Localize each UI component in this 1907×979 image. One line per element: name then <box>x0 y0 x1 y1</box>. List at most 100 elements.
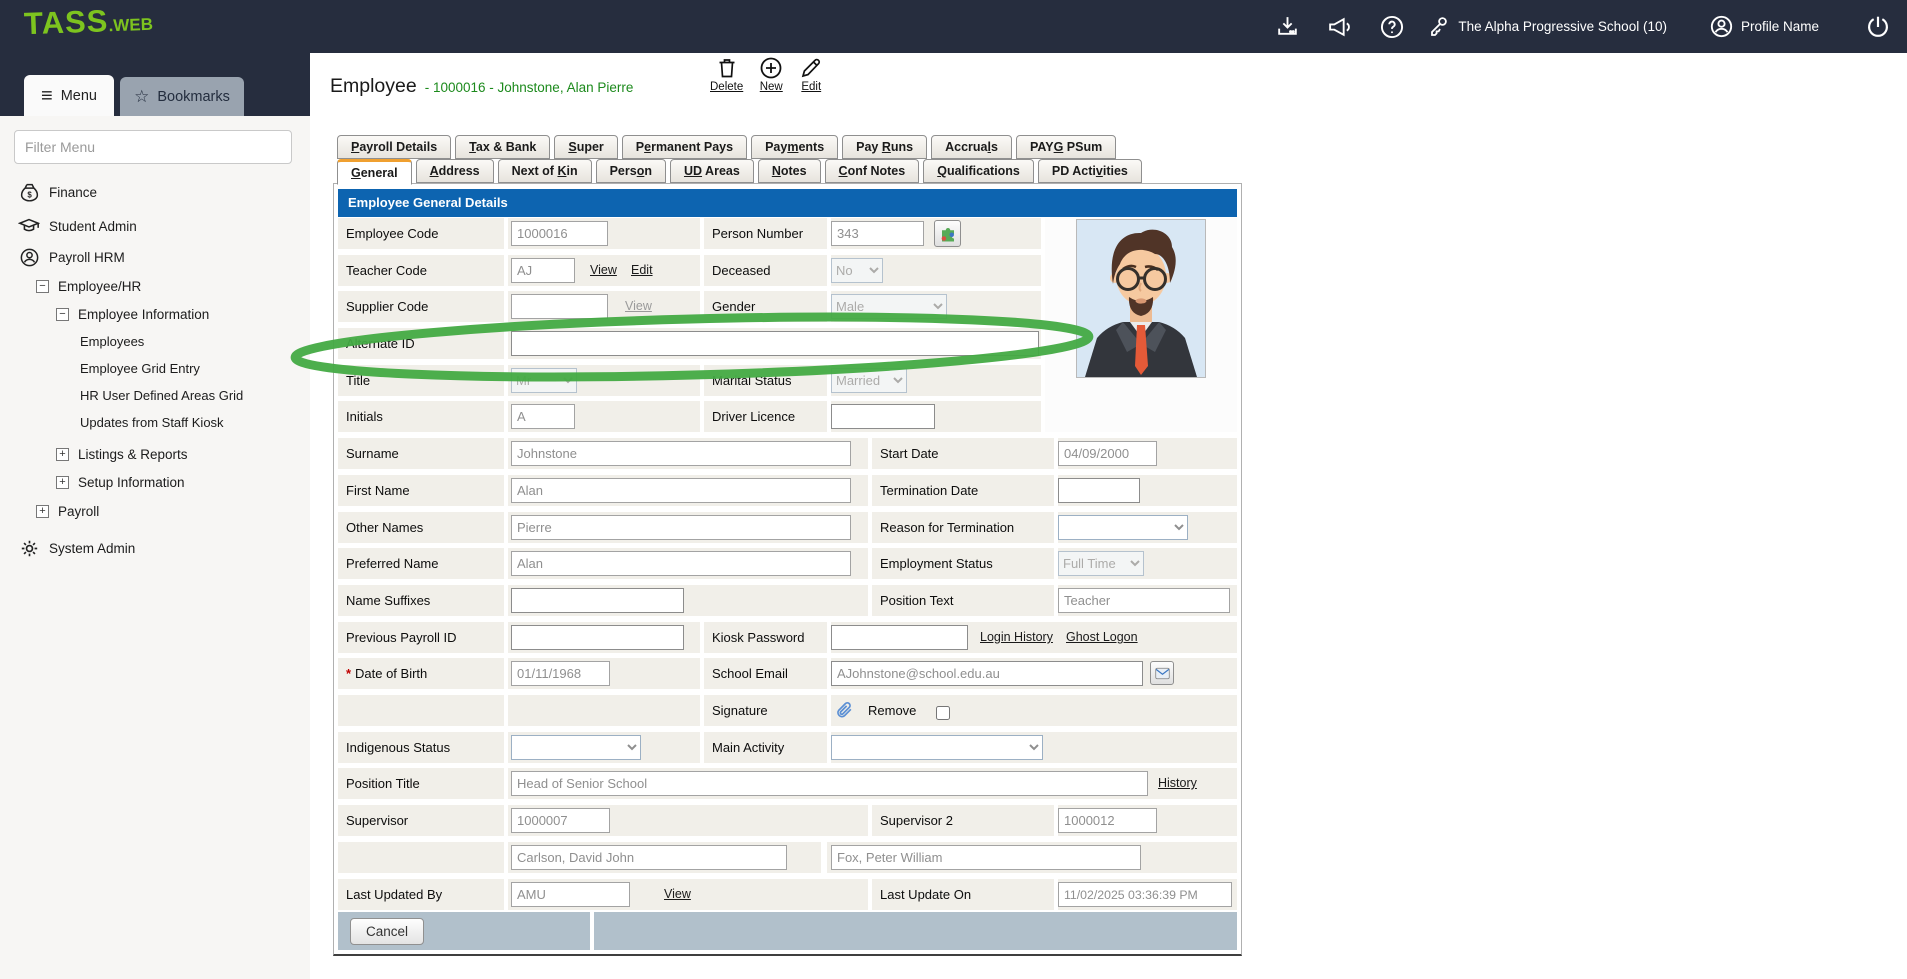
page-title: Employee - 1000016 - Johnstone, Alan Pie… <box>330 75 633 98</box>
previous-payroll-id-input[interactable] <box>511 625 684 650</box>
employment-status-select[interactable]: Full Time <box>1058 551 1144 576</box>
tab-payg-psum[interactable]: PAYG PSum <box>1016 135 1116 159</box>
required-asterisk: * <box>346 666 351 681</box>
tab-menu[interactable]: Menu <box>24 75 114 116</box>
date-of-birth-input[interactable] <box>511 661 610 686</box>
gender-select[interactable]: Male <box>831 294 947 319</box>
teacher-code-view-link[interactable]: View <box>590 263 617 277</box>
teacher-code-input[interactable] <box>511 258 575 283</box>
surname-input[interactable] <box>511 441 851 466</box>
termination-date-input[interactable] <box>1058 478 1140 503</box>
first-name-input[interactable] <box>511 478 851 503</box>
driver-licence-input[interactable] <box>831 404 935 429</box>
person-number-input[interactable] <box>831 221 924 246</box>
tab-address[interactable]: Address <box>416 159 494 183</box>
cancel-button[interactable]: Cancel <box>350 918 424 945</box>
start-date-input[interactable] <box>1058 441 1157 466</box>
announcements-icon[interactable] <box>1326 14 1353 39</box>
deceased-select[interactable]: No <box>831 258 883 283</box>
position-title-input[interactable] <box>511 771 1148 796</box>
school-switcher[interactable]: The Alpha Progressive School (10) <box>1427 15 1667 39</box>
sidebar-item-payroll[interactable]: Payroll <box>36 504 99 519</box>
sidebar-item-hr-user-defined-areas-grid[interactable]: HR User Defined Areas Grid <box>80 388 243 403</box>
supplier-code-input[interactable] <box>511 294 608 319</box>
preferred-name-input[interactable] <box>511 551 851 576</box>
tab-payments[interactable]: Payments <box>751 135 838 159</box>
sidebar-item-employees[interactable]: Employees <box>80 334 144 349</box>
kiosk-password-input[interactable] <box>831 625 968 650</box>
signature-remove-label: Remove <box>868 703 916 718</box>
download-icon[interactable] <box>1275 14 1300 39</box>
marital-status-select[interactable]: Married <box>831 368 907 393</box>
position-title-label: Position Title <box>346 776 420 791</box>
tab-person[interactable]: Person <box>596 159 666 183</box>
tab-payroll-details[interactable]: Payroll Details <box>337 135 451 159</box>
sidebar-item-finance[interactable]: $ Finance <box>18 182 97 203</box>
new-button[interactable]: New <box>759 56 783 93</box>
sidebar-item-employee-information[interactable]: Employee Information <box>56 307 209 322</box>
delete-button[interactable]: Delete <box>710 56 743 93</box>
help-icon[interactable] <box>1379 14 1405 40</box>
position-text-input[interactable] <box>1058 588 1230 613</box>
collapse-icon[interactable] <box>56 308 69 321</box>
sidebar-item-student-admin[interactable]: Student Admin <box>18 215 137 237</box>
supervisor-input[interactable] <box>511 808 610 833</box>
last-updated-by-label: Last Updated By <box>346 887 442 902</box>
tab-accruals[interactable]: Accruals <box>931 135 1012 159</box>
last-update-on-input[interactable] <box>1058 882 1232 907</box>
school-email-label: School Email <box>712 666 788 681</box>
tab-general[interactable]: General <box>337 159 412 185</box>
title-select[interactable]: Mr <box>511 368 577 393</box>
teacher-code-edit-link[interactable]: Edit <box>631 263 653 277</box>
email-button[interactable] <box>1150 661 1174 685</box>
paperclip-icon[interactable] <box>835 700 854 726</box>
tab-tax-bank[interactable]: Tax & Bank <box>455 135 550 159</box>
position-title-history-link[interactable]: History <box>1158 776 1197 790</box>
name-suffixes-input[interactable] <box>511 588 684 613</box>
tab-qualifications[interactable]: Qualifications <box>923 159 1034 183</box>
signature-remove-checkbox[interactable] <box>936 706 950 720</box>
logout-icon[interactable] <box>1865 14 1891 40</box>
edit-button[interactable]: Edit <box>799 56 823 93</box>
sidebar-item-listings-reports[interactable]: Listings & Reports <box>56 447 188 462</box>
tab-next-of-kin[interactable]: Next of Kin <box>498 159 592 183</box>
indigenous-status-select[interactable] <box>511 735 641 760</box>
tab-super[interactable]: Super <box>554 135 617 159</box>
employee-code-input[interactable] <box>511 221 608 246</box>
sidebar-item-employee-hr[interactable]: Employee/HR <box>36 279 141 294</box>
profile-menu[interactable]: Profile Name <box>1709 14 1819 39</box>
last-updated-view-link[interactable]: View <box>664 887 691 901</box>
login-history-link[interactable]: Login History <box>980 630 1053 644</box>
last-updated-by-input[interactable] <box>511 882 630 907</box>
sidebar-item-system-admin[interactable]: System Admin <box>18 538 135 559</box>
ghost-logon-link[interactable]: Ghost Logon <box>1066 630 1138 644</box>
filter-menu-input[interactable] <box>14 130 292 164</box>
tab-notes[interactable]: Notes <box>758 159 821 183</box>
initials-input[interactable] <box>511 404 575 429</box>
supervisor2-input[interactable] <box>1058 808 1157 833</box>
supervisor-name-input[interactable] <box>511 845 787 870</box>
sidebar-item-updates-from-staff-kiosk[interactable]: Updates from Staff Kiosk <box>80 415 224 430</box>
expand-icon[interactable] <box>56 448 69 461</box>
reason-for-termination-select[interactable] <box>1058 515 1188 540</box>
driver-licence-label: Driver Licence <box>712 409 795 424</box>
tab-ud-areas[interactable]: UD Areas <box>670 159 754 183</box>
sidebar-item-setup-information[interactable]: Setup Information <box>56 475 185 490</box>
school-email-input[interactable] <box>831 661 1143 686</box>
tab-pay-runs[interactable]: Pay Runs <box>842 135 927 159</box>
supervisor2-name-input[interactable] <box>831 845 1141 870</box>
other-names-input[interactable] <box>511 515 851 540</box>
person-link-button[interactable] <box>934 220 961 247</box>
pencil-icon <box>799 56 823 80</box>
tab-pd-activities[interactable]: PD Activities <box>1038 159 1142 183</box>
sidebar-item-employee-grid-entry[interactable]: Employee Grid Entry <box>80 361 200 376</box>
tab-permanent-pays[interactable]: Permanent Pays <box>622 135 747 159</box>
tab-bookmarks[interactable]: Bookmarks <box>120 77 244 116</box>
main-activity-select[interactable] <box>831 735 1043 760</box>
sidebar-item-payroll-hrm[interactable]: Payroll HRM <box>18 247 125 268</box>
expand-icon[interactable] <box>36 505 49 518</box>
expand-icon[interactable] <box>56 476 69 489</box>
tab-conf-notes[interactable]: Conf Notes <box>825 159 920 183</box>
alternate-id-input[interactable] <box>511 331 1039 356</box>
collapse-icon[interactable] <box>36 280 49 293</box>
